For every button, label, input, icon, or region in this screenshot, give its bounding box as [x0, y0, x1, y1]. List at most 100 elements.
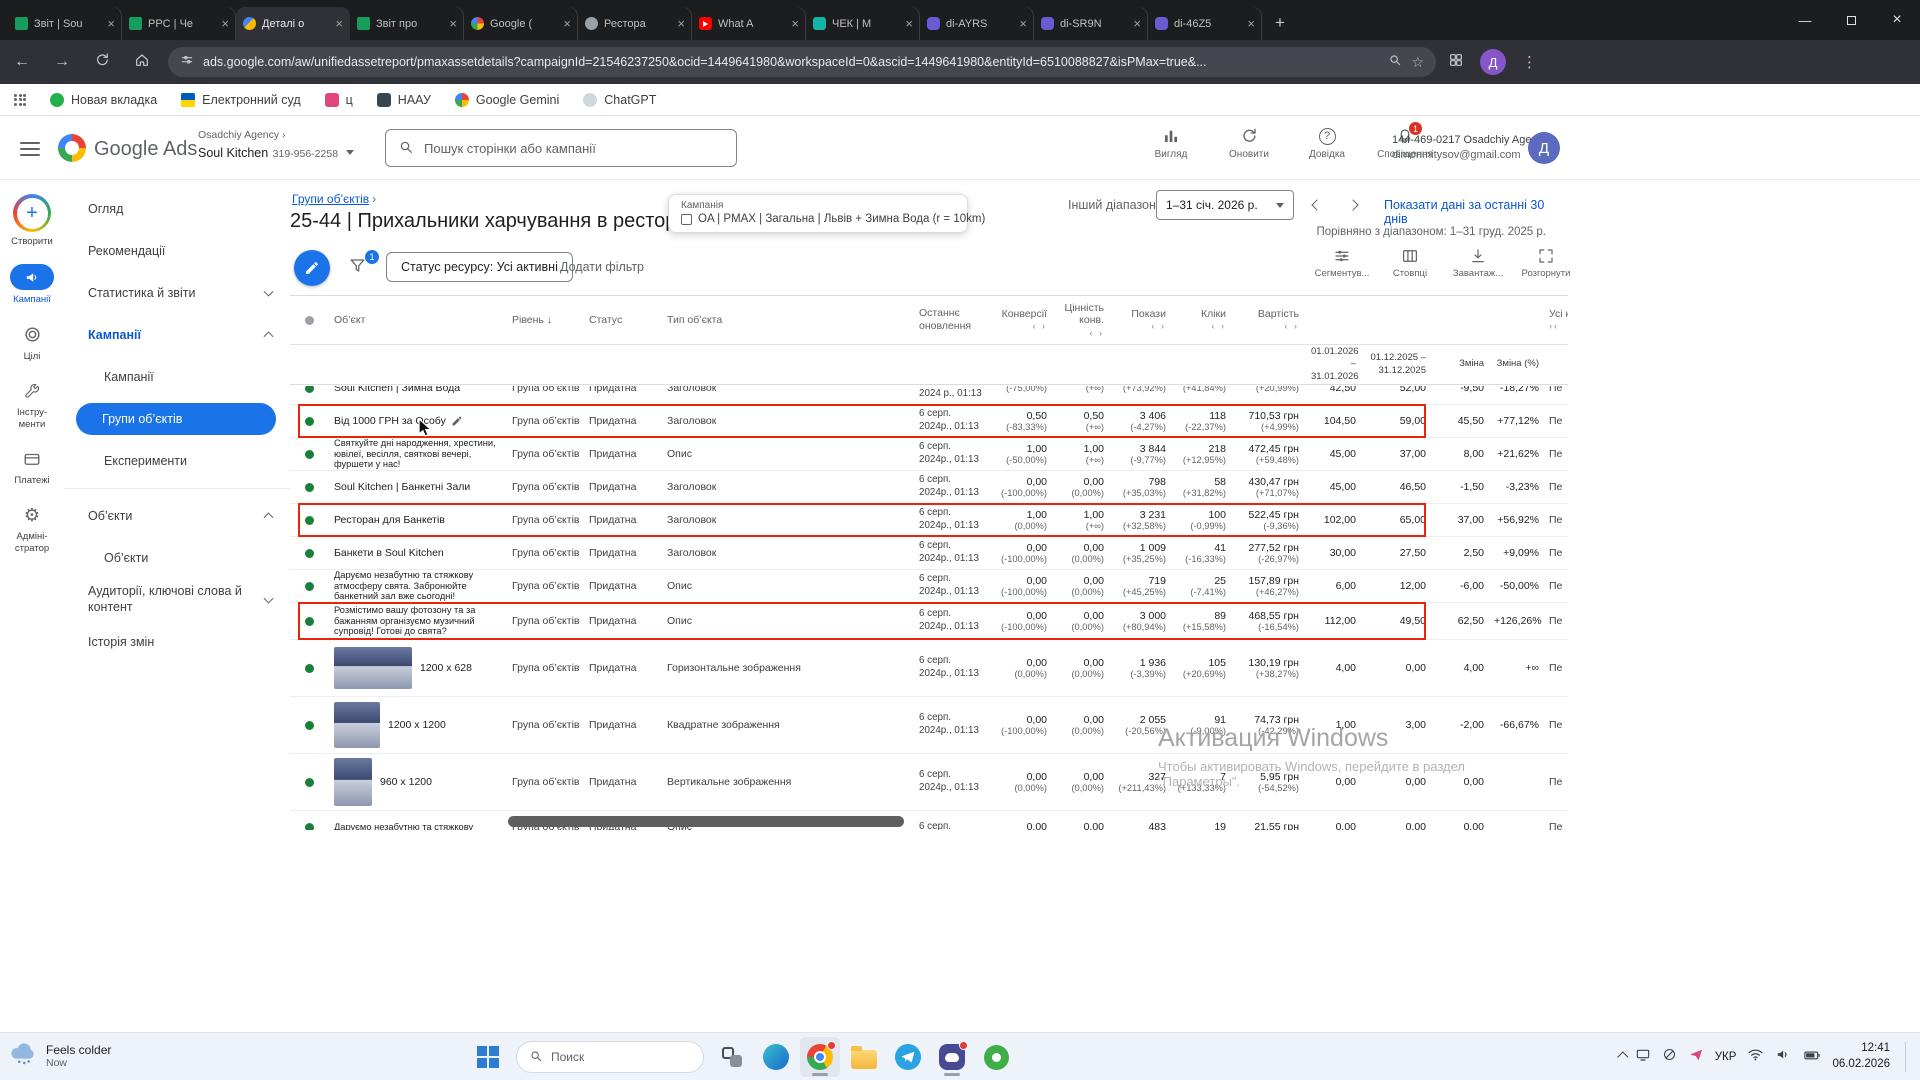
col-header-impr[interactable]: Покази‹ ›	[1110, 306, 1172, 334]
col-header-all-conv[interactable]: Усі конв.›‹	[1545, 306, 1568, 334]
table-row[interactable]: Soul Kitchen | Банкетні ЗалиГрупа об’єкт…	[290, 471, 1568, 504]
taskbar-app-discord[interactable]	[932, 1037, 972, 1077]
avatar[interactable]: Д	[1528, 132, 1560, 164]
col-header-object[interactable]: Об’єкт	[330, 312, 508, 329]
bookmark-item[interactable]: ChatGPT	[583, 93, 656, 107]
address-bar[interactable]: ads.google.com/aw/unifiedassetreport/pma…	[168, 47, 1436, 77]
browser-tab[interactable]: ЧЕК | М ×	[806, 7, 920, 40]
col-header-clicks[interactable]: Кліки‹ ›	[1172, 306, 1232, 334]
apps-grid-icon[interactable]	[14, 94, 26, 106]
tray-display-icon[interactable]	[1635, 1047, 1651, 1068]
show-last-30-days-link[interactable]: Показати дані за останні 30 днів	[1384, 198, 1568, 226]
language-indicator[interactable]: УКР	[1715, 1051, 1737, 1063]
battery-icon[interactable]	[1803, 1046, 1821, 1069]
forward-icon[interactable]: →	[50, 53, 74, 71]
taskbar-app-task-view[interactable]	[712, 1037, 752, 1077]
browser-tab[interactable]: PPC | Че ×	[122, 7, 236, 40]
browser-tab[interactable]: Google ( ×	[464, 7, 578, 40]
browser-tab[interactable]: di-SR9N ×	[1034, 7, 1148, 40]
table-row[interactable]: Даруємо незабутню та стяжкову атмосферу …	[290, 570, 1568, 603]
browser-menu-icon[interactable]: ⋮	[1522, 53, 1537, 71]
asset-name[interactable]: Даруємо незабутню та стяжкову	[330, 820, 508, 830]
bookmark-item[interactable]: НААУ	[377, 93, 431, 107]
table-row[interactable]: 1200 x 1200Група об’єктівПридатнаКвадрат…	[290, 697, 1568, 754]
browser-tab[interactable]: di-AYRS ×	[920, 7, 1034, 40]
minimize-button[interactable]: —	[1782, 0, 1828, 40]
tab-close-icon[interactable]: ×	[563, 16, 571, 31]
extensions-icon[interactable]	[1448, 52, 1464, 73]
sidebar-item[interactable]: Кампанії	[64, 356, 290, 398]
table-action-columns[interactable]: Стовпці	[1380, 246, 1440, 279]
col-header-status[interactable]: Статус	[585, 312, 663, 329]
rail-item-tools[interactable]: Інстру- менти	[17, 379, 47, 430]
taskbar-app-telegram[interactable]	[888, 1037, 928, 1077]
col-header-level[interactable]: Рівень ↓	[508, 312, 585, 329]
close-button[interactable]: ×	[1874, 0, 1920, 40]
select-all-dot[interactable]	[290, 314, 330, 327]
maximize-button[interactable]	[1828, 0, 1874, 40]
col-header-updated[interactable]: Останнє оновлення	[915, 305, 990, 334]
tray-chevron-up-icon[interactable]	[1617, 1051, 1628, 1062]
rail-item-goals[interactable]: Цілі	[23, 323, 42, 362]
show-desktop-strip[interactable]	[1905, 1042, 1908, 1072]
asset-name[interactable]: Ресторан для Банкетів	[330, 512, 508, 529]
horizontal-scrollbar[interactable]	[508, 816, 904, 827]
taskbar-app-chrome[interactable]	[800, 1037, 840, 1077]
taskbar-clock[interactable]: 12:4106.02.2026	[1832, 1041, 1890, 1072]
col-header-conv[interactable]: Конверсії‹ ›	[990, 306, 1053, 334]
sidebar-item[interactable]: Рекомендації	[64, 230, 290, 272]
taskbar-search-input[interactable]: Поиск	[516, 1041, 704, 1073]
asset-name[interactable]: 960 x 1200	[330, 756, 508, 808]
rail-item-create[interactable]: + Створити	[11, 194, 53, 247]
edit-pencil-icon[interactable]	[451, 415, 463, 427]
tab-close-icon[interactable]: ×	[1133, 16, 1141, 31]
table-row[interactable]: 960 x 1200Група об’єктівПридатнаВертикал…	[290, 754, 1568, 811]
volume-icon[interactable]	[1775, 1046, 1792, 1068]
sidebar-item[interactable]: Аудиторії, ключові слова й контент	[64, 579, 290, 621]
sidebar-item[interactable]: Огляд	[64, 188, 290, 230]
header-action-help[interactable]: ? Довідка	[1298, 125, 1356, 160]
header-action-chart[interactable]: Вигляд	[1142, 125, 1200, 160]
browser-tab[interactable]: Деталі о ×	[236, 7, 350, 40]
sidebar-item[interactable]: Історія змін	[64, 621, 290, 663]
bookmark-item[interactable]: Новая вкладка	[50, 93, 157, 107]
table-action-segment[interactable]: Сегментув...	[1312, 246, 1372, 279]
tray-pink-app-icon[interactable]	[1688, 1047, 1704, 1068]
asset-name[interactable]: Soul Kitchen | Зимна Вода	[330, 386, 508, 396]
asset-name[interactable]: Даруємо незабутню та стяжкову атмосферу …	[330, 568, 508, 604]
asset-image-thumbnail[interactable]	[334, 702, 380, 748]
table-row[interactable]: Від 1000 ГРН за ОсобуГрупа об’єктівПрида…	[290, 405, 1568, 438]
ads-search-input[interactable]: Пошук сторінки або кампанії	[385, 129, 737, 167]
table-row[interactable]: Soul Kitchen | Зимна ВодаГрупа об’єктівП…	[290, 386, 1568, 405]
bookmark-item[interactable]: Google Gemini	[455, 93, 559, 107]
account-selector[interactable]: Osadchiy Agency › Soul Kitchen 319-956-2…	[198, 128, 354, 164]
browser-tab[interactable]: What A ×	[692, 7, 806, 40]
browser-tab[interactable]: Звіт про ×	[350, 7, 464, 40]
col-header-cost[interactable]: Вартість‹ ›	[1232, 306, 1305, 334]
taskbar-app-edge[interactable]	[756, 1037, 796, 1077]
add-filter-button[interactable]: Додати фільтр	[560, 260, 644, 274]
header-action-refresh[interactable]: Оновити	[1220, 125, 1278, 160]
asset-name[interactable]: 1200 x 628	[330, 645, 508, 691]
sidebar-item[interactable]: Об’єкти	[64, 495, 290, 537]
sidebar-item[interactable]: Статистика й звіти	[64, 272, 290, 314]
col-header-value[interactable]: Цінність конв.‹ ›	[1053, 300, 1110, 341]
tab-close-icon[interactable]: ×	[221, 16, 229, 31]
table-row[interactable]: Святкуйте дні народження, хрестини, ювіл…	[290, 438, 1568, 471]
table-row[interactable]: Ресторан для БанкетівГрупа об’єктівПрида…	[290, 504, 1568, 537]
breadcrumb[interactable]: Групи об’єктів›	[292, 192, 376, 206]
asset-name[interactable]: 1200 x 1200	[330, 700, 508, 750]
rail-item-billing[interactable]: Платежі	[14, 447, 49, 486]
asset-name[interactable]: Soul Kitchen | Банкетні Зали	[330, 479, 508, 496]
next-period-button[interactable]	[1340, 192, 1366, 218]
edit-button[interactable]	[294, 250, 330, 286]
browser-tab[interactable]: Рестора ×	[578, 7, 692, 40]
rail-item-campaign[interactable]: Кампанії	[10, 264, 54, 305]
reload-icon[interactable]	[90, 52, 114, 73]
asset-image-thumbnail[interactable]	[334, 647, 412, 689]
url-text[interactable]: ads.google.com/aw/unifiedassetreport/pma…	[203, 55, 1379, 69]
table-action-expand[interactable]: Розгорнути	[1516, 246, 1576, 279]
browser-tab[interactable]: di-46Z5 ×	[1148, 7, 1262, 40]
back-icon[interactable]: ←	[10, 53, 34, 71]
asset-name[interactable]: Святкуйте дні народження, хрестини, ювіл…	[330, 436, 508, 472]
